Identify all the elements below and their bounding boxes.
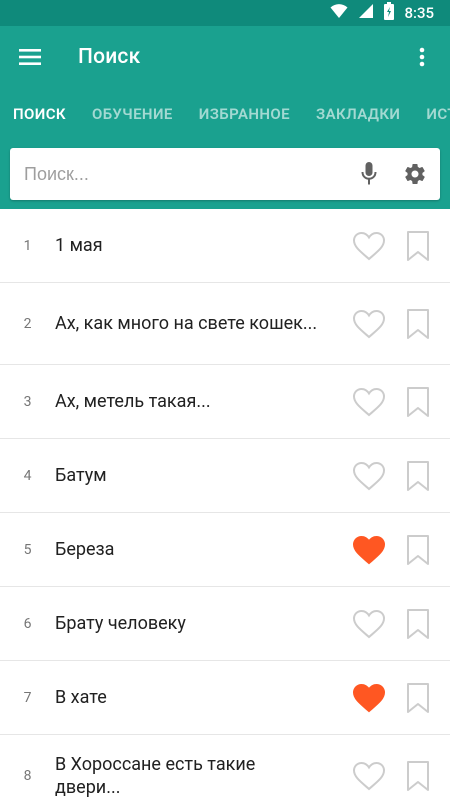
menu-icon[interactable] [16,43,44,71]
heart-filled-icon[interactable] [350,681,388,715]
heart-outline-icon[interactable] [350,385,388,419]
heart-outline-icon[interactable] [350,607,388,641]
list-item[interactable]: 4 Батум [0,439,450,513]
tab-favorites[interactable]: ИЗБРАННОЕ [186,88,303,140]
item-title: Ах, метель такая... [55,391,211,412]
list-item[interactable]: 6 Брату человеку [0,587,450,661]
tab-search[interactable]: ПОИСК [0,88,79,140]
heart-filled-icon[interactable] [350,533,388,567]
signal-icon [358,3,374,23]
item-title: Береза [55,539,115,560]
bookmark-outline-icon[interactable] [404,681,432,715]
item-title: Брату человеку [55,613,186,634]
search-box [10,148,440,200]
battery-icon [384,2,395,24]
bookmark-outline-icon[interactable] [404,607,432,641]
poem-list: 1 1 мая 2 Ах, как много на свете кошек..… [0,209,450,800]
list-item[interactable]: 8 В Хороссане есть такие двери... [0,735,450,800]
list-item[interactable]: 5 Береза [0,513,450,587]
page-title: Поиск [78,45,141,69]
item-number: 3 [23,393,32,410]
item-title: В хате [55,687,107,708]
search-container [0,140,450,209]
item-number: 7 [23,689,32,706]
bookmark-outline-icon[interactable] [404,307,432,341]
bookmark-outline-icon[interactable] [404,759,432,793]
list-item[interactable]: 1 1 мая [0,209,450,283]
app-bar: Поиск [0,26,450,88]
mic-icon[interactable] [356,161,382,187]
status-icons: 8:35 [330,2,434,24]
item-number: 2 [23,315,32,332]
bookmark-outline-icon[interactable] [404,385,432,419]
tab-learning[interactable]: ОБУЧЕНИЕ [79,88,186,140]
list-item[interactable]: 7 В хате [0,661,450,735]
list-item[interactable]: 3 Ах, метель такая... [0,365,450,439]
item-title: Ах, как много на свете кошек... [55,313,318,334]
status-bar: 8:35 [0,0,450,26]
item-number: 4 [23,467,32,484]
tab-history[interactable]: ИСТ [413,88,450,140]
item-number: 1 [23,237,32,254]
settings-gear-icon[interactable] [402,161,428,187]
more-vert-icon[interactable] [410,43,434,71]
search-input[interactable] [24,163,356,185]
item-title: Батум [55,465,107,486]
wifi-icon [330,3,348,23]
heart-outline-icon[interactable] [350,459,388,493]
bookmark-outline-icon[interactable] [404,533,432,567]
item-title: В Хороссане есть такие двери... [55,753,256,798]
bookmark-outline-icon[interactable] [404,459,432,493]
item-number: 8 [23,767,32,784]
item-number: 5 [23,541,32,558]
tab-bar: ПОИСК ОБУЧЕНИЕ ИЗБРАННОЕ ЗАКЛАДКИ ИСТ [0,88,450,140]
item-title: 1 мая [55,235,103,256]
heart-outline-icon[interactable] [350,759,388,793]
tab-bookmarks[interactable]: ЗАКЛАДКИ [303,88,413,140]
heart-outline-icon[interactable] [350,229,388,263]
list-item[interactable]: 2 Ах, как много на свете кошек... [0,283,450,365]
status-time: 8:35 [404,4,434,22]
heart-outline-icon[interactable] [350,307,388,341]
bookmark-outline-icon[interactable] [404,229,432,263]
item-number: 6 [23,615,32,632]
